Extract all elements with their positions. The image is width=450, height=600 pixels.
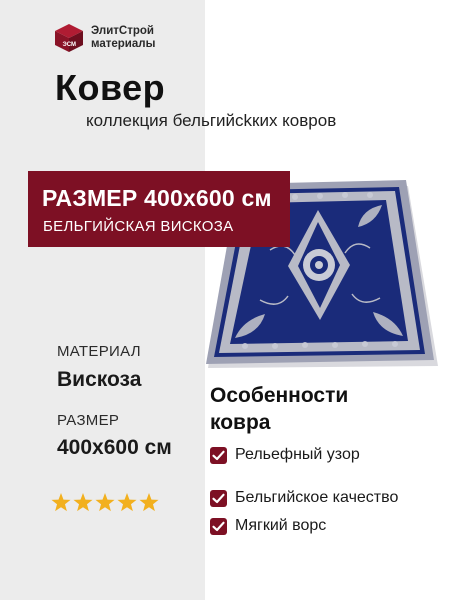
page-subtitle: коллекция бельгийсkких ковров xyxy=(86,111,337,130)
feature-label: Рельефный узор xyxy=(235,446,360,463)
logo-mark-text: ЭСМ xyxy=(63,42,77,48)
star-icon xyxy=(139,493,159,512)
brand-logo[interactable]: ЭСМ ЭлитСтрой материалы xyxy=(53,22,203,58)
size-banner: РАЗМЕР 400x600 см БЕЛЬГИЙСКАЯ ВИСКОЗА xyxy=(28,171,290,247)
star-icon xyxy=(117,493,137,512)
feature-item: Мягкий ворс xyxy=(210,515,326,537)
size-label: РАЗМЕР xyxy=(57,412,120,429)
logo-cube-icon: ЭСМ xyxy=(55,24,83,52)
feature-item: Бельгийское качество xyxy=(210,487,398,509)
star-icon xyxy=(73,493,93,512)
page-title: Ковер xyxy=(55,67,166,108)
size-value: 400x600 см xyxy=(57,436,172,459)
check-icon xyxy=(210,446,227,464)
feature-label: Мягкий ворс xyxy=(235,517,327,534)
rating-stars xyxy=(51,493,159,512)
feature-item: Рельефный узор xyxy=(210,444,360,466)
material-value: Вискоза xyxy=(57,368,142,391)
banner-material-text: БЕЛЬГИЙСКАЯ ВИСКОЗА xyxy=(43,218,234,235)
features-title: Особенности ковра xyxy=(210,384,349,434)
check-icon xyxy=(210,517,227,535)
banner-size-text: РАЗМЕР 400x600 см xyxy=(42,185,272,211)
star-icon xyxy=(51,493,71,512)
logo-text: ЭлитСтрой материалы xyxy=(91,25,156,50)
feature-label: Бельгийское качество xyxy=(235,489,399,506)
material-label: МАТЕРИАЛ xyxy=(57,343,141,360)
check-icon xyxy=(210,489,227,507)
star-icon xyxy=(95,493,115,512)
